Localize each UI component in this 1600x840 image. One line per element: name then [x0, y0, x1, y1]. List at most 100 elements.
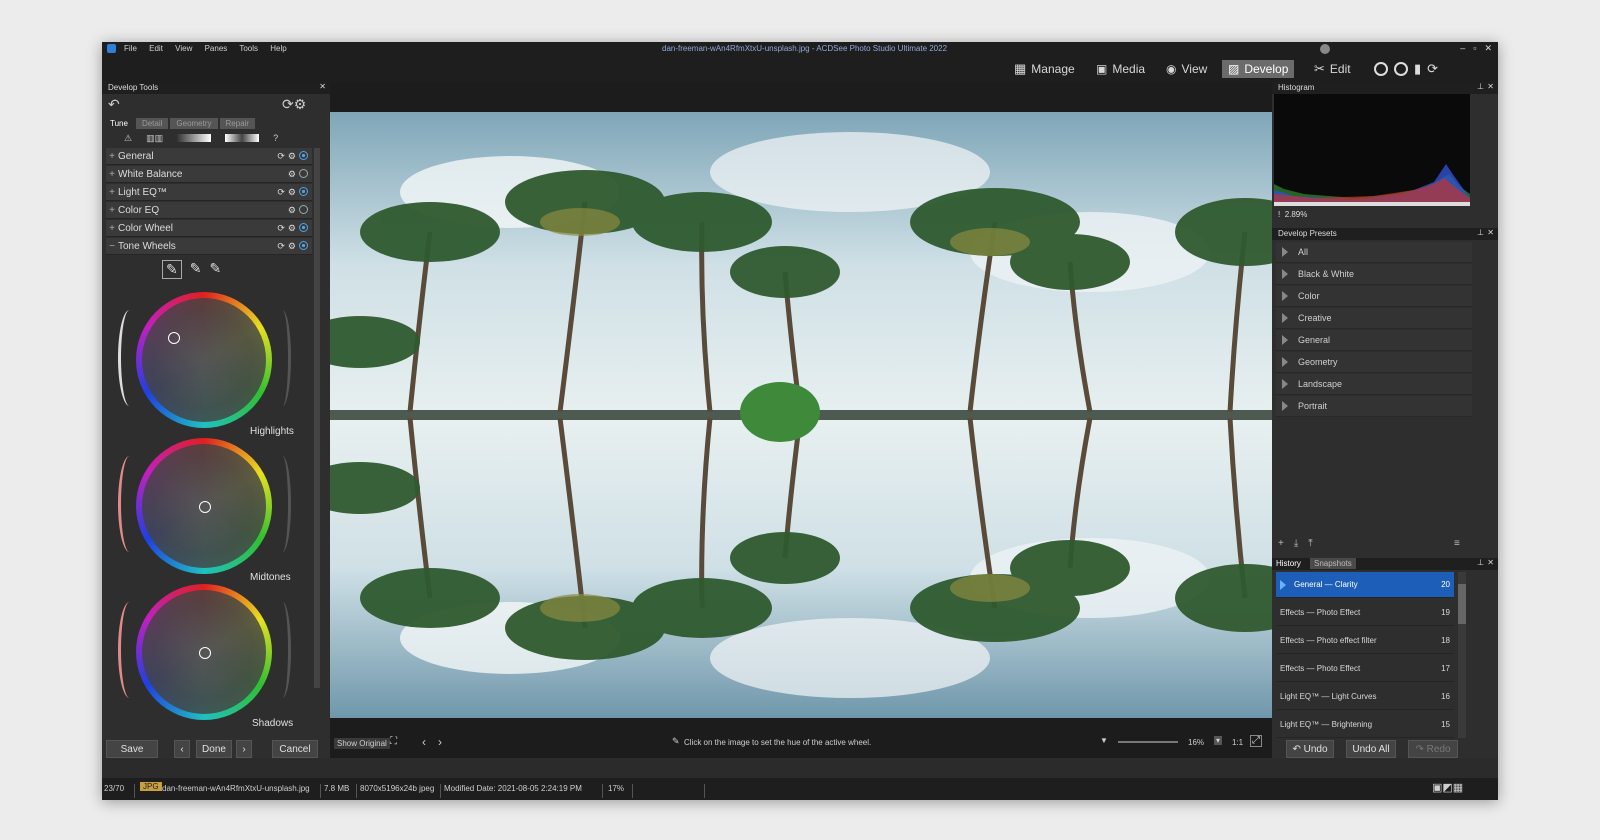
user-icon[interactable]	[1320, 44, 1330, 54]
tab-geometry[interactable]: Geometry	[170, 118, 218, 129]
pin-icon[interactable]: ⊥	[1477, 82, 1484, 91]
shadows-slider[interactable]	[118, 602, 141, 698]
redo-button[interactable]: ↷ Redo	[1408, 740, 1458, 758]
preset-creative[interactable]: Creative	[1276, 308, 1472, 329]
preset-geometry[interactable]: Geometry	[1276, 352, 1472, 373]
close-panel-icon[interactable]: ✕	[319, 82, 326, 91]
group-tone-wheels[interactable]: − Tone Wheels ⟳ ⚙	[106, 238, 312, 255]
levels-icon[interactable]: ▥▥	[146, 133, 163, 144]
warning-icon[interactable]: ⚠	[124, 133, 132, 144]
close-icon[interactable]: ✕	[1484, 43, 1492, 54]
help-icon[interactable]: ?	[273, 133, 278, 143]
menu-help[interactable]: Help	[270, 44, 286, 53]
tab-detail[interactable]: Detail	[135, 118, 169, 129]
history-item[interactable]: Effects — Photo effect filter 18	[1276, 628, 1454, 654]
reset-icon[interactable]: ⟳	[277, 151, 285, 162]
export-icon[interactable]: ⤒	[1308, 538, 1312, 549]
tab-tune[interactable]: Tune	[104, 118, 134, 129]
mode-view[interactable]: ◉ View	[1160, 60, 1213, 78]
wheel-handle[interactable]	[168, 332, 180, 344]
toggle-icon[interactable]	[299, 240, 308, 250]
done-button[interactable]: Done	[196, 740, 232, 758]
mode-manage[interactable]: ▦ Manage	[1008, 60, 1081, 78]
close-presets-icon[interactable]: ✕	[1487, 228, 1494, 237]
gear-icon[interactable]: ⚙	[288, 151, 296, 162]
history-item[interactable]: General — Clarity 20	[1276, 572, 1454, 598]
highlights-slider[interactable]	[118, 310, 141, 406]
gear-icon[interactable]: ⚙	[288, 223, 296, 234]
reset-icon[interactable]: ⟳	[277, 241, 285, 252]
reset-icon[interactable]: ⟳	[277, 187, 285, 198]
reset-icon[interactable]: ⟳	[277, 223, 285, 234]
gear-icon[interactable]: ⚙	[288, 205, 296, 216]
eyedropper-minus-icon[interactable]: ✎	[209, 260, 221, 279]
menu-tools[interactable]: Tools	[239, 44, 258, 53]
add-icon[interactable]: +	[1278, 538, 1284, 549]
preset-all[interactable]: All	[1276, 242, 1472, 263]
preset-general[interactable]: General	[1276, 330, 1472, 351]
history-item[interactable]: Effects — Photo Effect 19	[1276, 600, 1454, 626]
shadows-wheel[interactable]	[136, 584, 272, 720]
preset-black-white[interactable]: Black & White	[1276, 264, 1472, 285]
toggle-icon[interactable]	[299, 186, 308, 196]
toggle-icon[interactable]	[299, 150, 308, 160]
group-color-eq[interactable]: + Color EQ ⚙	[106, 202, 312, 219]
ratio-button[interactable]: 1:1	[1232, 738, 1243, 747]
next-button[interactable]: ›	[236, 740, 252, 758]
view-mode-icons[interactable]: ▣◩▦	[1432, 781, 1463, 794]
cancel-button[interactable]: Cancel	[272, 740, 318, 758]
minimize-icon[interactable]: –	[1460, 43, 1465, 54]
menu-view[interactable]: View	[175, 44, 192, 53]
prev-button[interactable]: ‹	[174, 740, 190, 758]
prev-image-icon[interactable]: ‹	[422, 735, 426, 749]
tab-snapshots[interactable]: Snapshots	[1310, 558, 1356, 569]
history-item[interactable]: Effects — Photo Effect 17	[1276, 656, 1454, 682]
menu-edit[interactable]: Edit	[149, 44, 163, 53]
tab-history[interactable]: History	[1276, 559, 1301, 568]
gradient-icon[interactable]	[177, 134, 212, 142]
preset-landscape[interactable]: Landscape	[1276, 374, 1472, 395]
undo-arrow-icon[interactable]: ↶	[108, 96, 120, 113]
gear-icon[interactable]: ⚙	[288, 169, 296, 180]
wheel-handle[interactable]	[199, 647, 211, 659]
365-icon[interactable]	[1394, 62, 1408, 76]
reset-settings-icon[interactable]: ⟳⚙	[282, 96, 306, 113]
sync-icon[interactable]: ⟳	[1427, 62, 1438, 76]
preset-portrait[interactable]: Portrait	[1276, 396, 1472, 417]
preset-menu-icon[interactable]: ≡	[1454, 538, 1460, 549]
group-light-eq[interactable]: + Light EQ™ ⟳ ⚙	[106, 184, 312, 201]
fullscreen-icon[interactable]: ⛶	[390, 736, 397, 747]
globe-icon[interactable]	[1374, 62, 1388, 76]
stats-icon[interactable]: ▮	[1414, 62, 1421, 76]
mode-edit[interactable]: ✂ Edit	[1308, 60, 1357, 78]
preset-color[interactable]: Color	[1276, 286, 1472, 307]
shadows-level[interactable]	[274, 602, 291, 698]
group-white-balance[interactable]: + White Balance ⚙	[106, 166, 312, 183]
mode-media[interactable]: ▣ Media	[1090, 60, 1151, 78]
close-history-icon[interactable]: ✕	[1487, 558, 1494, 567]
import-icon[interactable]: ⤓	[1294, 538, 1298, 549]
save-button[interactable]: Save	[106, 740, 158, 758]
gradient-radial-icon[interactable]	[225, 134, 260, 142]
gear-icon[interactable]: ⚙	[288, 187, 296, 198]
toggle-icon[interactable]	[299, 204, 308, 214]
pin-icon[interactable]: ⊥	[1477, 228, 1484, 237]
show-original-button[interactable]: Show Original	[334, 738, 390, 749]
group-color-wheel[interactable]: + Color Wheel ⟳ ⚙	[106, 220, 312, 237]
midtones-level[interactable]	[274, 456, 291, 552]
undo-all-button[interactable]: Undo All	[1346, 740, 1396, 758]
close-histogram-icon[interactable]: ✕	[1487, 82, 1494, 91]
maximize-icon[interactable]: ▫	[1473, 43, 1476, 54]
eyedropper-icon[interactable]: ✎	[162, 260, 182, 279]
history-scrollbar[interactable]	[1458, 572, 1466, 738]
photo[interactable]	[330, 112, 1272, 718]
zoom-value[interactable]: 16%	[1188, 738, 1204, 747]
pin-icon[interactable]: ⊥	[1477, 558, 1484, 567]
midtones-slider[interactable]	[118, 456, 141, 552]
menu-panes[interactable]: Panes	[205, 44, 228, 53]
zoom-menu-icon[interactable]: ▾	[1214, 736, 1223, 745]
history-item[interactable]: Light EQ™ — Light Curves 16	[1276, 684, 1454, 710]
left-scrollbar[interactable]	[314, 148, 320, 688]
history-item[interactable]: Light EQ™ — Brightening 15	[1276, 712, 1454, 738]
toggle-icon[interactable]	[299, 222, 308, 232]
